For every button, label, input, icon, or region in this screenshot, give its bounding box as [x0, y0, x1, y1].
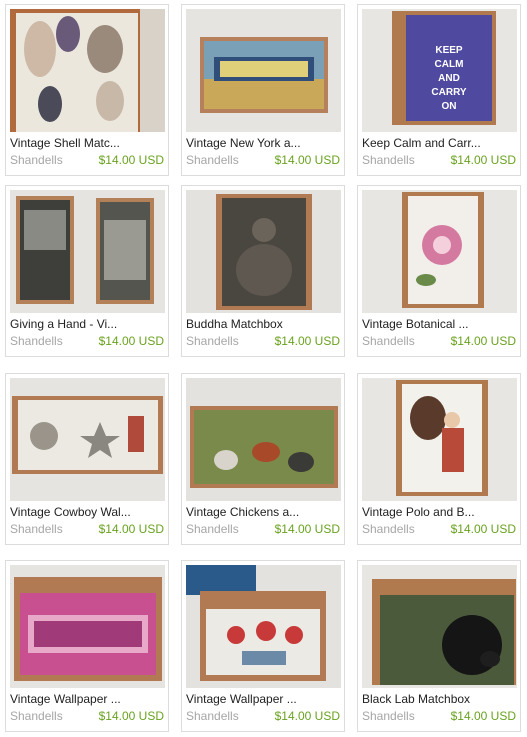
listing-shop[interactable]: Shandells	[10, 522, 63, 536]
listing-shop[interactable]: Shandells	[186, 153, 239, 167]
listing-price: $14.00 USD	[274, 334, 340, 348]
listing-card[interactable]: Vintage Wallpaper ... Shandells $14.00 U…	[5, 560, 169, 732]
listing-card[interactable]: Vintage Polo and B... Shandells $14.00 U…	[357, 373, 521, 545]
listing-shop[interactable]: Shandells	[186, 522, 239, 536]
listing-shop[interactable]: Shandells	[10, 334, 63, 348]
listing-shop[interactable]: Shandells	[186, 334, 239, 348]
listing-card[interactable]: Buddha Matchbox Shandells $14.00 USD	[181, 185, 345, 357]
listing-price: $14.00 USD	[274, 709, 340, 723]
listing-grid: Vintage Shell Matc... Shandells $14.00 U…	[0, 0, 527, 737]
keep-calm-word: ON	[442, 101, 457, 112]
listing-price: $14.00 USD	[450, 153, 516, 167]
new-york-matchbox-image[interactable]	[186, 9, 341, 132]
listing-title[interactable]: Buddha Matchbox	[186, 317, 342, 331]
listing-card[interactable]: Vintage Chickens a... Shandells $14.00 U…	[181, 373, 345, 545]
shell-matchbox-image[interactable]	[10, 9, 165, 132]
listing-card[interactable]: Vintage New York a... Shandells $14.00 U…	[181, 4, 345, 176]
keep-calm-matchbox-image[interactable]: KEEP CALM AND CARRY ON	[362, 9, 517, 132]
listing-shop[interactable]: Shandells	[362, 153, 415, 167]
listing-price: $14.00 USD	[98, 522, 164, 536]
listing-card[interactable]: Black Lab Matchbox Shandells $14.00 USD	[357, 560, 521, 732]
listing-shop[interactable]: Shandells	[362, 709, 415, 723]
greek-key-matchbox-image[interactable]	[10, 565, 165, 688]
botanical-matchbox-image[interactable]	[362, 190, 517, 313]
listing-price: $14.00 USD	[274, 153, 340, 167]
listing-price: $14.00 USD	[450, 522, 516, 536]
listing-shop[interactable]: Shandells	[10, 709, 63, 723]
buddha-matchbox-image[interactable]	[186, 190, 341, 313]
polo-matchbox-image[interactable]	[362, 378, 517, 501]
listing-price: $14.00 USD	[274, 522, 340, 536]
listing-title[interactable]: Vintage Shell Matc...	[10, 136, 166, 150]
listing-shop[interactable]: Shandells	[362, 522, 415, 536]
chickens-matchbox-image[interactable]	[186, 378, 341, 501]
listing-price: $14.00 USD	[98, 153, 164, 167]
listing-card[interactable]: Giving a Hand - Vi... Shandells $14.00 U…	[5, 185, 169, 357]
listing-card[interactable]: KEEP CALM AND CARRY ON Keep Calm and Car…	[357, 4, 521, 176]
keep-calm-word: CARRY	[431, 87, 467, 98]
listing-shop[interactable]: Shandells	[10, 153, 63, 167]
listing-title[interactable]: Giving a Hand - Vi...	[10, 317, 166, 331]
listing-card[interactable]: Vintage Botanical ... Shandells $14.00 U…	[357, 185, 521, 357]
keep-calm-word: AND	[438, 73, 460, 84]
listing-title[interactable]: Vintage Polo and B...	[362, 505, 518, 519]
giving-hand-matchbox-image[interactable]	[10, 190, 165, 313]
listing-price: $14.00 USD	[98, 334, 164, 348]
listing-title[interactable]: Vintage New York a...	[186, 136, 342, 150]
keep-calm-word: CALM	[435, 59, 464, 70]
listing-price: $14.00 USD	[450, 709, 516, 723]
listing-title[interactable]: Vintage Cowboy Wal...	[10, 505, 166, 519]
listing-title[interactable]: Black Lab Matchbox	[362, 692, 518, 706]
listing-title[interactable]: Keep Calm and Carr...	[362, 136, 518, 150]
listing-title[interactable]: Vintage Wallpaper ...	[10, 692, 166, 706]
listing-title[interactable]: Vintage Chickens a...	[186, 505, 342, 519]
listing-card[interactable]: Vintage Wallpaper ... Shandells $14.00 U…	[181, 560, 345, 732]
tulip-wallpaper-matchbox-image[interactable]	[186, 565, 341, 688]
listing-title[interactable]: Vintage Botanical ...	[362, 317, 518, 331]
listing-card[interactable]: Vintage Cowboy Wal... Shandells $14.00 U…	[5, 373, 169, 545]
listing-price: $14.00 USD	[450, 334, 516, 348]
listing-shop[interactable]: Shandells	[362, 334, 415, 348]
listing-shop[interactable]: Shandells	[186, 709, 239, 723]
black-lab-matchbox-image[interactable]	[362, 565, 517, 688]
listing-price: $14.00 USD	[98, 709, 164, 723]
keep-calm-word: KEEP	[435, 45, 463, 56]
listing-card[interactable]: Vintage Shell Matc... Shandells $14.00 U…	[5, 4, 169, 176]
listing-title[interactable]: Vintage Wallpaper ...	[186, 692, 342, 706]
cowboy-matchbox-image[interactable]	[10, 378, 165, 501]
